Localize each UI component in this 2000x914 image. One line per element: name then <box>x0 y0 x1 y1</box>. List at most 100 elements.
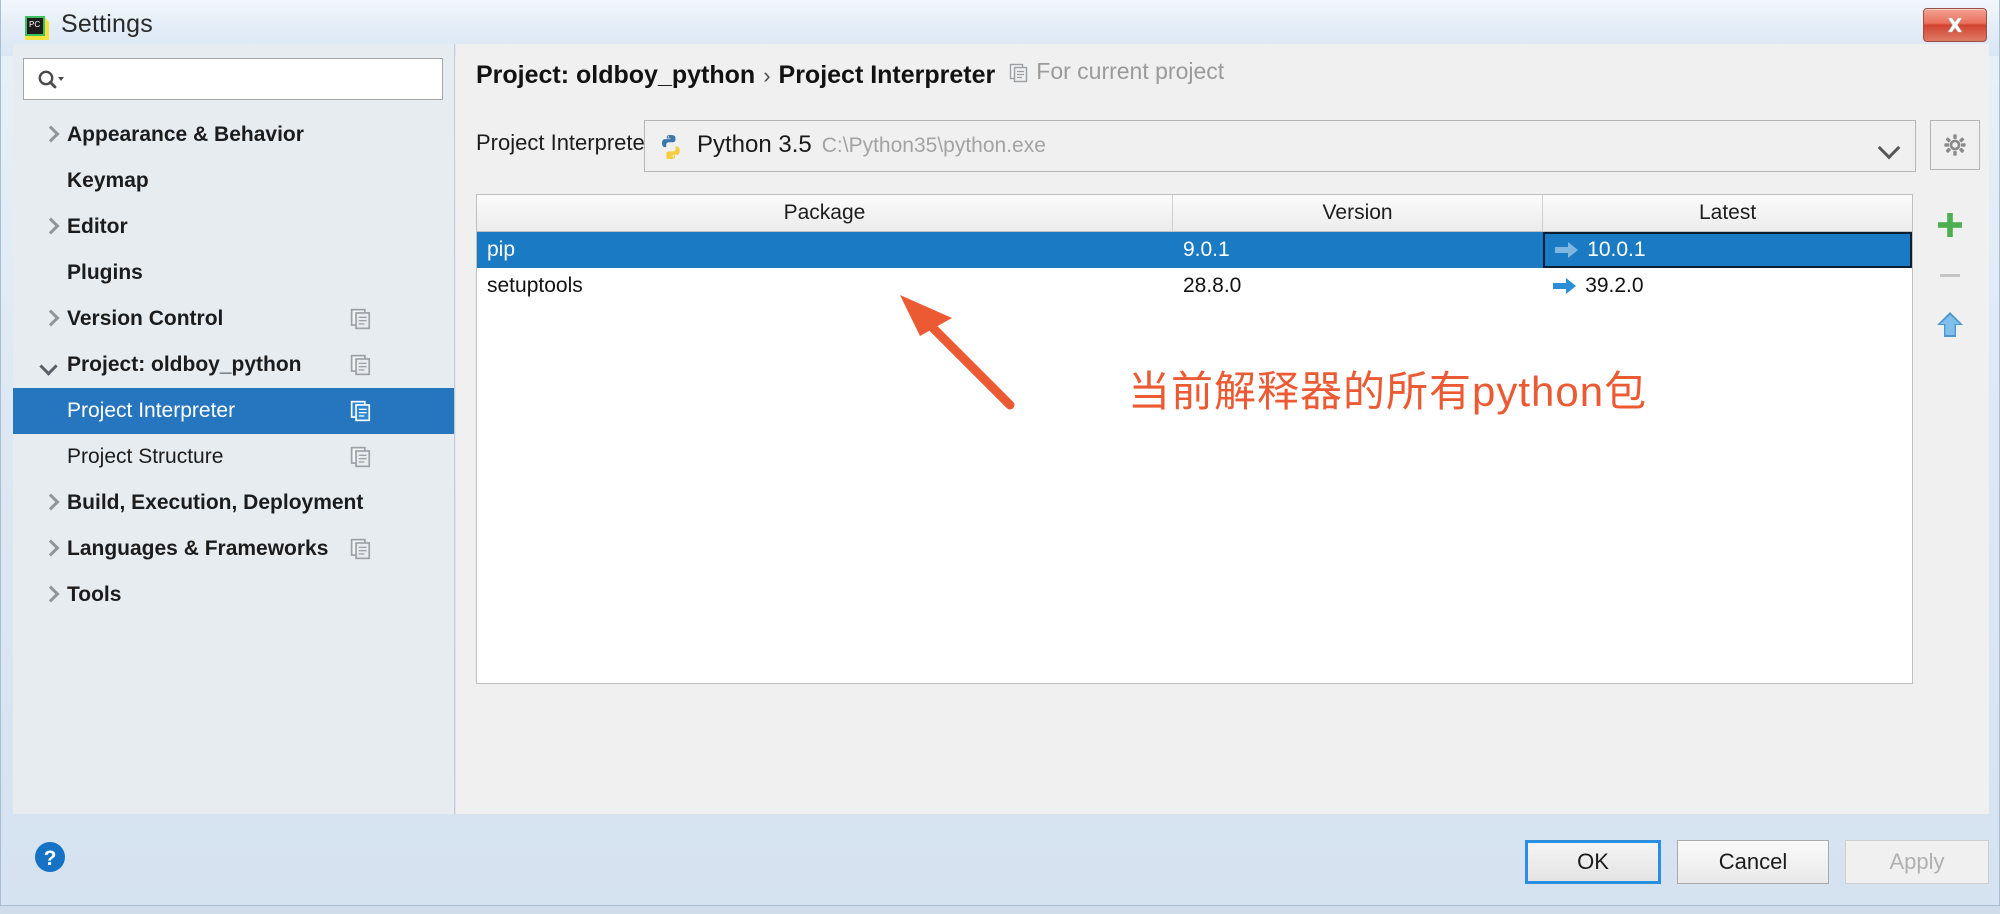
sidebar-item-label: Project: oldboy_python <box>67 353 302 376</box>
window-frame: PC Settings Appearance & Behavior Keymap… <box>0 0 2000 906</box>
sidebar-item-keymap[interactable]: Keymap <box>13 158 454 204</box>
help-button[interactable]: ? <box>33 840 67 874</box>
sidebar-item-project-structure[interactable]: Project Structure <box>13 434 454 480</box>
apply-button: Apply <box>1845 840 1989 884</box>
window-bottom-edge <box>0 906 2000 914</box>
update-available-arrow-icon <box>1553 277 1577 295</box>
sidebar-item-plugins[interactable]: Plugins <box>13 250 454 296</box>
plus-icon <box>1938 213 1962 237</box>
sidebar-item-version-control[interactable]: Version Control <box>13 296 454 342</box>
settings-dialog: PC Settings Appearance & Behavior Keymap… <box>0 0 2000 914</box>
sidebar-item-label: Build, Execution, Deployment <box>67 491 364 514</box>
chevron-right-icon[interactable] <box>37 122 63 148</box>
interpreter-value: Python 3.5 C:\Python35\python.exe <box>697 131 1046 159</box>
module-copy-icon <box>350 354 372 376</box>
column-header-package[interactable]: Package <box>477 195 1173 231</box>
upgrade-package-button[interactable] <box>1927 302 1973 348</box>
search-icon <box>36 68 66 92</box>
cell-latest: 10.0.1 <box>1543 232 1912 268</box>
python-logo-icon <box>657 133 685 161</box>
packages-toolbar <box>1919 194 1981 684</box>
interpreter-label: Project Interpreter: <box>476 130 659 155</box>
breadcrumb-scope: For current project <box>1009 58 1224 85</box>
sidebar-item-label: Project Structure <box>67 445 224 468</box>
cell-latest: 39.2.0 <box>1543 268 1912 304</box>
sidebar-item-label: Languages & Frameworks <box>67 537 329 560</box>
interpreter-settings-button[interactable] <box>1930 120 1980 170</box>
ok-button[interactable]: OK <box>1525 840 1661 884</box>
sidebar-item-label: Project Interpreter <box>67 399 236 422</box>
breadcrumb-separator: › <box>763 62 771 88</box>
sidebar-item-project-interpreter[interactable]: Project Interpreter <box>13 388 454 434</box>
sidebar-item-editor[interactable]: Editor <box>13 204 454 250</box>
minus-icon <box>1940 274 1960 277</box>
settings-sidebar: Appearance & Behavior Keymap Editor Plugins… <box>13 44 455 814</box>
module-copy-icon <box>1009 62 1029 82</box>
cell-latest-text: 39.2.0 <box>1585 274 1644 297</box>
sidebar-item-tools[interactable]: Tools <box>13 572 454 618</box>
search-box[interactable] <box>23 58 443 100</box>
module-copy-icon <box>350 538 372 560</box>
module-copy-icon <box>350 400 372 422</box>
scope-note-text: For current project <box>1036 58 1225 84</box>
chevron-down-icon[interactable] <box>37 352 63 378</box>
breadcrumb: Project: oldboy_python › Project Interpr… <box>476 58 1224 90</box>
sidebar-item-label: Version Control <box>67 307 224 330</box>
close-button[interactable] <box>1923 8 1987 42</box>
cell-package: pip <box>487 238 516 261</box>
cell-latest-text: 10.0.1 <box>1587 238 1646 261</box>
breadcrumb-page: Project Interpreter <box>778 60 996 89</box>
chevron-right-icon[interactable] <box>37 490 63 516</box>
cell-version: 9.0.1 <box>1182 238 1230 261</box>
settings-tree: Appearance & Behavior Keymap Editor Plugins… <box>13 112 454 814</box>
svg-text:?: ? <box>44 847 57 870</box>
update-available-arrow-icon <box>1555 241 1579 259</box>
chevron-right-icon[interactable] <box>37 536 63 562</box>
chevron-right-icon[interactable] <box>37 582 63 608</box>
table-row[interactable]: pip 9.0.1 10.0.1 <box>477 232 1912 268</box>
sidebar-item-project-oldboy-python[interactable]: Project: oldboy_python <box>13 342 454 388</box>
interpreter-name: Python 3.5 <box>697 131 812 158</box>
module-copy-icon <box>350 308 372 330</box>
table-row[interactable]: setuptools 28.8.0 39.2.0 <box>477 268 1912 304</box>
interpreter-path: C:\Python35\python.exe <box>821 134 1046 157</box>
chevron-right-icon[interactable] <box>37 214 63 240</box>
window-title: Settings <box>61 10 153 38</box>
up-arrow-icon <box>1937 312 1963 337</box>
sidebar-item-label: Plugins <box>67 261 143 284</box>
gear-icon <box>1944 134 1966 156</box>
chevron-down-icon <box>1877 136 1901 160</box>
search-input[interactable] <box>70 59 438 99</box>
sidebar-item-label: Appearance & Behavior <box>67 123 304 146</box>
column-header-version[interactable]: Version <box>1173 195 1544 231</box>
interpreter-row: Project Interpreter: Python 3.5 C:\Python… <box>466 120 1981 172</box>
main-panel: Project: oldboy_python › Project Interpr… <box>456 44 1989 814</box>
dialog-body: Appearance & Behavior Keymap Editor Plugins… <box>13 44 1989 814</box>
annotation-text: 当前解释器的所有python包 <box>1128 368 1648 415</box>
sidebar-item-build-execution-deployment[interactable]: Build, Execution, Deployment <box>13 480 454 526</box>
pycharm-icon: PC <box>23 14 51 42</box>
chevron-right-icon[interactable] <box>37 306 63 332</box>
add-package-button[interactable] <box>1927 202 1973 248</box>
packages-table-body: pip 9.0.1 10.0.1 setuptools 28.8.0 39.2.0 <box>477 232 1912 304</box>
sidebar-item-label: Keymap <box>67 169 149 192</box>
breadcrumb-project[interactable]: Project: oldboy_python <box>476 61 755 90</box>
packages-table: Package Version Latest pip 9.0.1 10.0.1 set… <box>476 194 1913 684</box>
module-copy-icon <box>350 446 372 468</box>
interpreter-dropdown[interactable]: Python 3.5 C:\Python35\python.exe <box>644 120 1916 172</box>
cell-package: setuptools <box>487 274 583 297</box>
sidebar-item-languages-frameworks[interactable]: Languages & Frameworks <box>13 526 454 572</box>
sidebar-item-label: Tools <box>67 583 122 606</box>
dialog-footer: ? OK Cancel Apply <box>13 818 1989 904</box>
sidebar-item-label: Editor <box>67 215 128 238</box>
cancel-button[interactable]: Cancel <box>1677 840 1829 884</box>
packages-table-header: Package Version Latest <box>477 195 1912 232</box>
svg-text:PC: PC <box>29 20 40 29</box>
column-header-latest[interactable]: Latest <box>1543 195 1912 231</box>
help-question-icon: ? <box>35 842 65 872</box>
sidebar-item-appearance-behavior[interactable]: Appearance & Behavior <box>13 112 454 158</box>
close-icon <box>1947 17 1963 33</box>
cell-version: 28.8.0 <box>1182 274 1242 297</box>
